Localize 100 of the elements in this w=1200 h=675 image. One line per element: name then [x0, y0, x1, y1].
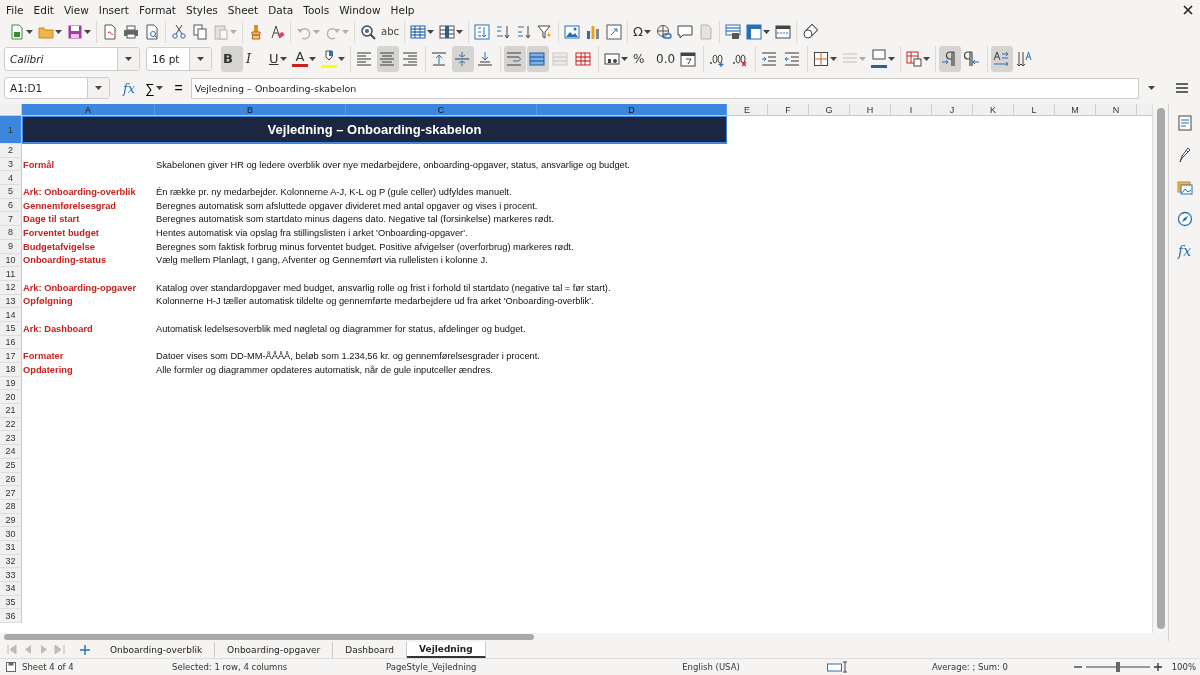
formula-button[interactable]: = — [170, 80, 187, 96]
font-name-field[interactable]: Calibri — [4, 46, 140, 71]
sum-button[interactable]: ∑ — [142, 80, 167, 96]
row-header[interactable]: 7 — [0, 212, 22, 227]
sheet-tab[interactable]: Onboarding-overblik — [98, 641, 216, 658]
row-header[interactable]: 30 — [0, 527, 22, 541]
sort-icon — [474, 24, 490, 40]
menu-item[interactable]: Tools — [299, 3, 336, 16]
row-header[interactable]: 34 — [0, 582, 22, 596]
sort-ascending-icon — [495, 24, 511, 40]
menu-item[interactable]: Edit — [29, 3, 60, 16]
pdf-document-icon — [102, 24, 118, 40]
special-button[interactable]: Ω — [631, 21, 653, 43]
row-header[interactable]: 2 — [0, 144, 22, 158]
column-header[interactable]: F — [768, 104, 809, 115]
caret-icon — [279, 56, 287, 61]
row-header[interactable]: 21 — [0, 404, 22, 418]
alignmiddle-button[interactable] — [452, 45, 474, 72]
spelling-button[interactable]: abc — [379, 21, 401, 43]
menu-item[interactable]: Format — [134, 3, 182, 16]
row-header[interactable]: 23 — [0, 431, 22, 446]
conditional-format-icon — [906, 50, 923, 67]
table-cell-text: Ark: Dashboard — [22, 322, 94, 336]
arrow-icon — [7, 645, 20, 654]
scrollbar-thumb[interactable] — [1156, 108, 1165, 629]
number-button[interactable]: 0.0 — [654, 45, 678, 72]
row-header[interactable]: 11 — [0, 267, 22, 281]
table-cell-text: Skabelonen giver HR og ledere overblik over nye medarbejdere, onboarding-opgaver, status, ansvarlige og budget. — [155, 158, 630, 172]
column-header[interactable]: C — [346, 104, 537, 115]
row-header[interactable]: 5 — [0, 185, 22, 199]
copy-button[interactable] — [190, 21, 210, 43]
row-header[interactable]: 33 — [0, 568, 22, 582]
italic-button[interactable]: I — [244, 45, 266, 72]
print-range-icon — [724, 24, 741, 40]
function-wizard-button[interactable]: fx — [120, 80, 139, 96]
scrollbar-thumb[interactable] — [4, 634, 534, 640]
name-box[interactable]: A1:D1 — [4, 77, 110, 99]
minus-icon — [1073, 663, 1082, 671]
freeze-button[interactable] — [743, 21, 772, 43]
speech-bubble-icon — [676, 24, 693, 40]
print-preview-icon — [144, 24, 160, 40]
caret-icon — [95, 86, 102, 90]
column-header[interactable]: B — [155, 104, 346, 115]
row-header[interactable]: 18 — [0, 363, 22, 377]
column-header[interactable]: L — [1014, 104, 1055, 115]
bold-button[interactable]: B — [221, 45, 243, 72]
underline-button[interactable]: U — [267, 45, 289, 72]
menu-item[interactable]: View — [59, 3, 95, 16]
row-header[interactable]: 8 — [0, 226, 22, 240]
zoom-out-button[interactable] — [1073, 663, 1082, 671]
align-bottom-icon — [477, 50, 493, 67]
sort-button[interactable] — [472, 21, 492, 43]
column-header[interactable]: D — [537, 104, 727, 115]
shapes-icon — [801, 24, 818, 40]
font-size-field[interactable]: 16 pt — [146, 46, 212, 71]
fontcolor-button[interactable]: A — [290, 45, 318, 72]
zoom-level: 100% — [1170, 662, 1196, 672]
column-header[interactable]: A — [22, 104, 155, 115]
percent-button[interactable]: % — [631, 45, 653, 72]
table-icon — [410, 24, 426, 40]
menu-item[interactable]: File — [2, 3, 30, 16]
ltr-button[interactable] — [939, 45, 962, 72]
horizontal-button[interactable] — [991, 45, 1014, 72]
menu-item[interactable]: Window — [335, 3, 387, 16]
row-header[interactable]: 27 — [0, 486, 22, 500]
sheet-tab[interactable]: Onboarding-opgaver — [215, 641, 334, 658]
column-header[interactable]: G — [809, 104, 850, 115]
menu-item[interactable]: Sheet — [223, 3, 265, 16]
menu-icon[interactable] — [1176, 83, 1188, 93]
menu-item[interactable]: Data — [264, 3, 300, 16]
menu-item[interactable]: Insert — [94, 3, 135, 16]
column-header[interactable]: M — [1055, 104, 1096, 115]
zoom-in-button[interactable] — [1153, 663, 1162, 671]
column-header[interactable]: J — [932, 104, 973, 115]
row-header[interactable]: 4 — [0, 171, 22, 186]
caret-icon — [26, 30, 33, 34]
wrap-button[interactable] — [504, 45, 526, 72]
row-header[interactable]: 1 — [0, 116, 22, 144]
row-header[interactable]: 17 — [0, 349, 22, 363]
close-icon[interactable] — [1183, 4, 1193, 15]
functions-button[interactable]: fx — [1173, 240, 1196, 262]
column-header[interactable]: K — [973, 104, 1014, 115]
menu-item[interactable]: Styles — [182, 3, 224, 16]
clipboard-icon — [213, 24, 229, 40]
table-cell-text: Beregnes som faktisk forbrug minus forventet budget. Positive afvigelser (overforbrug) markeres rødt. — [155, 240, 574, 254]
menu-item[interactable]: Help — [386, 3, 421, 16]
column-header[interactable]: I — [891, 104, 932, 115]
slider-thumb[interactable] — [1115, 662, 1120, 672]
column-header[interactable]: N — [1096, 104, 1137, 115]
row-header[interactable]: 14 — [0, 308, 22, 322]
column-header[interactable]: E — [727, 104, 768, 115]
sheet-tab[interactable]: Vejledning — [407, 641, 486, 658]
pivot-button[interactable] — [604, 21, 624, 43]
formula-input[interactable]: Vejledning – Onboarding-skabelon — [190, 77, 1139, 99]
row-header[interactable]: 36 — [0, 609, 22, 624]
column-header[interactable]: H — [850, 104, 891, 115]
row-header[interactable]: 24 — [0, 445, 22, 459]
table-cell-text: Automatisk ledelsesoverblik med nøgletal og diagrammer for status, afdelinger og budget. — [155, 322, 526, 336]
mergecenter-button[interactable] — [527, 45, 549, 72]
row-header[interactable]: 20 — [0, 390, 22, 405]
